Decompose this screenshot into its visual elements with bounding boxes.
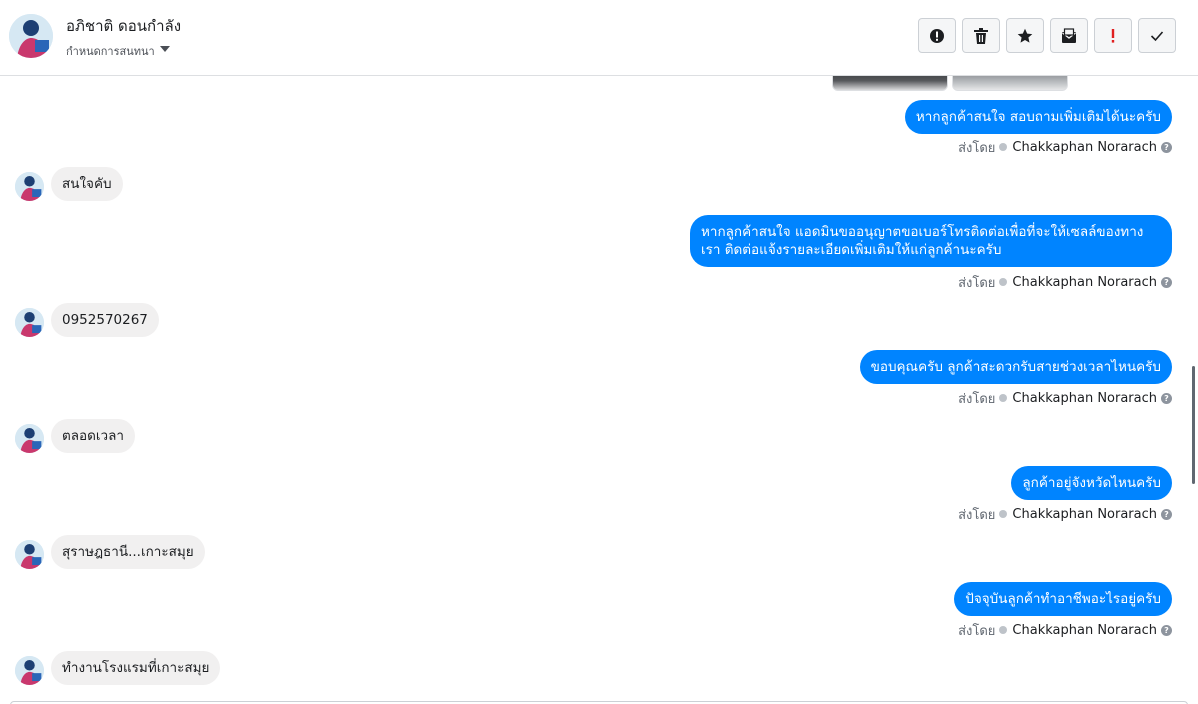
exclamation-icon [1111, 28, 1115, 43]
contact-avatar-small[interactable] [15, 540, 44, 569]
sent-by-info: ส่งโดย Chakkaphan Norarach ? [958, 505, 1172, 523]
check-icon [1150, 30, 1164, 41]
sent-by-label: ส่งโดย [958, 507, 996, 523]
alert-circle-button[interactable] [918, 18, 956, 53]
assign-conversation-label: กำหนดการสนทนา [66, 45, 155, 55]
sender-name[interactable]: Chakkaphan Norarach [1012, 391, 1157, 406]
outgoing-message[interactable]: ลูกค้าอยู่จังหวัดไหนครับ [1011, 466, 1172, 500]
attachment-image[interactable] [832, 76, 948, 91]
outgoing-message[interactable]: หากลูกค้าสนใจ แอดมินขออนุญาตขอเบอร์โทรติ… [690, 215, 1172, 267]
incoming-message[interactable]: สุราษฎธานี...เกาะสมุย [51, 535, 205, 569]
contact-avatar-small[interactable] [15, 424, 44, 453]
star-button[interactable] [1006, 18, 1044, 53]
contact-avatar[interactable] [9, 14, 53, 58]
help-icon[interactable]: ? [1161, 141, 1172, 153]
conversation-actions [918, 18, 1176, 53]
page-icon [999, 626, 1008, 634]
help-icon[interactable]: ? [1161, 624, 1172, 636]
sender-name[interactable]: Chakkaphan Norarach [1012, 275, 1157, 290]
alert-circle-icon [930, 28, 944, 43]
incoming-message[interactable]: ทำงานโรงแรมที่เกาะสมุย [51, 651, 221, 685]
incoming-message[interactable]: ตลอดเวลา [51, 419, 135, 453]
contact-name: อภิชาติ ดอนกำลัง [66, 17, 182, 35]
page-icon [999, 278, 1008, 286]
contact-avatar-small[interactable] [15, 172, 44, 201]
assign-conversation-dropdown[interactable]: กำหนดการสนทนา [66, 42, 186, 55]
trash-icon [974, 27, 988, 44]
sent-by-info: ส่งโดย Chakkaphan Norarach ? [958, 138, 1172, 156]
page-icon [999, 394, 1008, 402]
help-icon[interactable]: ? [1161, 508, 1172, 520]
star-icon [1017, 28, 1033, 43]
caret-down-icon [159, 46, 170, 52]
contact-avatar-small[interactable] [15, 656, 44, 685]
sent-by-label: ส่งโดย [958, 140, 996, 156]
page-icon [999, 510, 1008, 518]
message-thread[interactable]: หากลูกค้าสนใจ สอบถามเพิ่มเติมได้นะครับ ส… [0, 76, 1198, 704]
follow-up-button[interactable] [1094, 18, 1132, 53]
mark-unread-icon [1062, 27, 1076, 43]
conversation-header: อภิชาติ ดอนกำลัง กำหนดการสนทนา [0, 0, 1198, 76]
sent-by-label: ส่งโดย [958, 391, 996, 407]
page-icon [999, 143, 1008, 151]
sender-name[interactable]: Chakkaphan Norarach [1012, 623, 1157, 638]
outgoing-message[interactable]: ขอบคุณครับ ลูกค้าสะดวกรับสายช่วงเวลาไหนค… [859, 350, 1172, 384]
help-icon[interactable]: ? [1161, 276, 1172, 288]
sent-by-label: ส่งโดย [958, 275, 996, 291]
outgoing-message[interactable]: ปัจจุบันลูกค้าทำอาชีพอะไรอยู่ครับ [954, 582, 1172, 616]
scrollbar-thumb[interactable] [1192, 366, 1195, 484]
sent-by-info: ส่งโดย Chakkaphan Norarach ? [958, 273, 1172, 291]
incoming-message[interactable]: 0952570267 [51, 303, 159, 337]
attachment-image[interactable] [952, 76, 1068, 91]
sent-by-info: ส่งโดย Chakkaphan Norarach ? [958, 389, 1172, 407]
sender-name[interactable]: Chakkaphan Norarach [1012, 140, 1157, 155]
help-icon[interactable]: ? [1161, 392, 1172, 404]
delete-button[interactable] [962, 18, 1000, 53]
done-button[interactable] [1138, 18, 1176, 53]
sender-name[interactable]: Chakkaphan Norarach [1012, 507, 1157, 522]
sent-by-label: ส่งโดย [958, 623, 996, 639]
sent-by-info: ส่งโดย Chakkaphan Norarach ? [958, 621, 1172, 639]
outgoing-message[interactable]: หากลูกค้าสนใจ สอบถามเพิ่มเติมได้นะครับ [904, 100, 1172, 134]
mark-unread-button[interactable] [1050, 18, 1088, 53]
contact-avatar-small[interactable] [15, 308, 44, 337]
incoming-message[interactable]: สนใจคับ [51, 167, 123, 201]
